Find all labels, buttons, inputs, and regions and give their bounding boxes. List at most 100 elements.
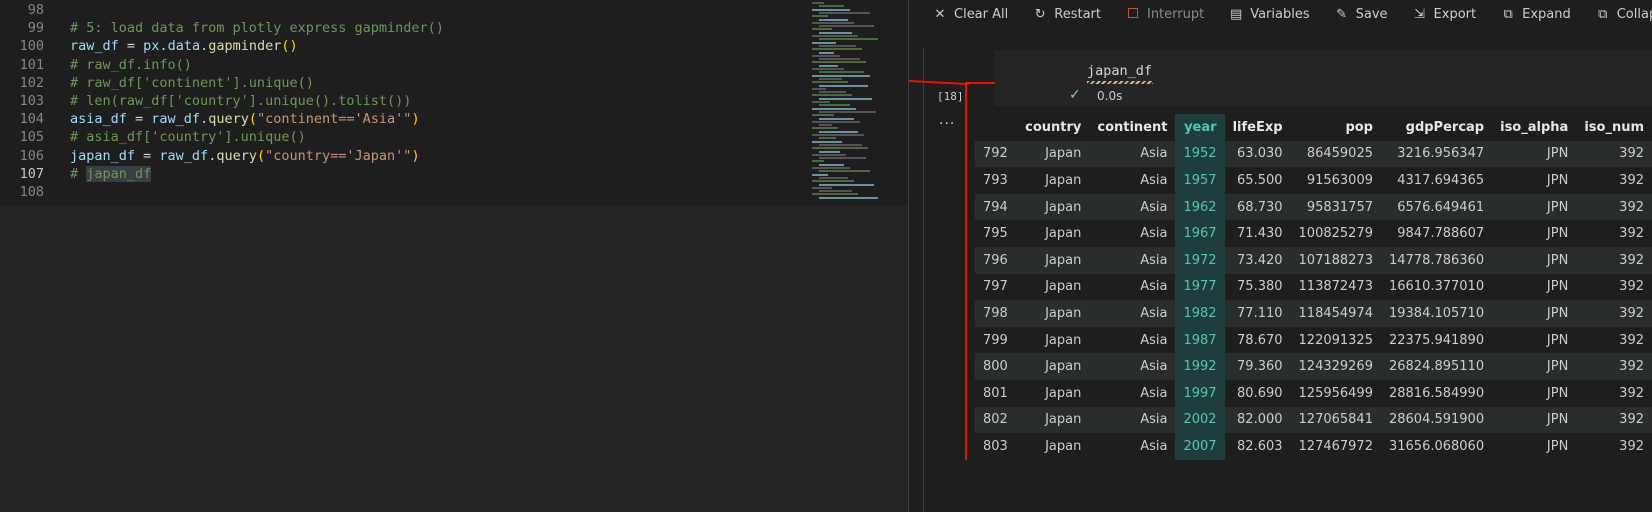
execution-time: 0.0s	[1097, 89, 1123, 103]
interrupt-button[interactable]: Interrupt	[1125, 0, 1204, 28]
variables-button[interactable]: ▤ Variables	[1228, 0, 1310, 28]
code-token: "continent=='Asia'"	[257, 111, 412, 128]
table-row: 799 Japan Asia 1987 78.670 122091325 22375.941…	[975, 326, 1652, 354]
table-cell: Asia	[1089, 220, 1176, 247]
code-line[interactable]: 104 asia_df = raw_df.query("continent=='A…	[0, 110, 810, 129]
code-token: (	[256, 147, 266, 164]
cell-input[interactable]: japan_df ✓ 0.0s	[995, 50, 1652, 106]
stop-icon	[1125, 7, 1141, 22]
table-row: 798 Japan Asia 1982 77.110 118454974 19384.105…	[975, 300, 1652, 327]
row-index: 800	[975, 353, 1017, 380]
table-cell: 1962	[1175, 193, 1225, 221]
table-cell: JPN	[1492, 406, 1577, 434]
code-text[interactable]: # 5: load data from plotly express gapmi…	[70, 19, 444, 38]
code-token: .	[200, 38, 209, 55]
table-cell: 63.030	[1224, 140, 1291, 168]
code-line[interactable]: 107 # japan_df	[0, 165, 810, 184]
table-cell: Japan	[1016, 326, 1090, 354]
export-button[interactable]: ⇲ Export	[1412, 0, 1476, 28]
code-line[interactable]: 101 # raw_df.info()	[0, 56, 810, 75]
table-cell: 113872473	[1290, 273, 1381, 301]
table-cell: Japan	[1016, 167, 1090, 194]
save-button[interactable]: ✎ Save	[1334, 0, 1388, 28]
cell-code[interactable]: japan_df	[1087, 63, 1152, 79]
code-text[interactable]: asia_df = raw_df.query("continent=='Asia…	[70, 110, 420, 129]
table-cell: 125956499	[1290, 379, 1381, 407]
table-cell: 28604.591900	[1380, 406, 1493, 434]
code-line[interactable]: 106 japan_df = raw_df.query("country=='Ja…	[0, 147, 810, 166]
table-cell: 82.603	[1224, 433, 1291, 460]
code-line[interactable]: 105 # asia_df['country'].unique()	[0, 128, 810, 147]
code-token: # len(raw_df['country'].unique().tolist(…	[70, 93, 412, 109]
collapse-button[interactable]: ⧉ Collapse	[1595, 0, 1652, 28]
minimap-line	[812, 2, 824, 4]
table-cell: Asia	[1089, 273, 1176, 301]
code-text[interactable]: raw_df = px.data.gapminder()	[70, 37, 298, 56]
minimap-line	[819, 91, 846, 94]
code-line[interactable]: 99 # 5: load data from plotly express gap…	[0, 19, 810, 38]
code-text[interactable]: # japan_df	[70, 165, 152, 184]
save-label: Save	[1355, 6, 1388, 22]
code-text[interactable]: # raw_df['continent'].unique()	[70, 74, 314, 93]
minimap-line	[819, 183, 874, 186]
table-row: 795 Japan Asia 1967 71.430 100825279 9847.7886…	[975, 220, 1652, 247]
column-header: pop	[1290, 114, 1381, 141]
restart-button[interactable]: ↻ Restart	[1032, 0, 1101, 28]
minimap-line	[812, 147, 868, 150]
table-cell: 28816.584990	[1380, 379, 1493, 407]
code-text[interactable]: # raw_df.info()	[70, 56, 192, 75]
code-token: # raw_df.info()	[70, 56, 192, 73]
table-cell: 80.690	[1224, 379, 1291, 407]
table-cell: 78.670	[1224, 326, 1291, 354]
minimap-line	[819, 196, 878, 199]
minimap-line	[812, 140, 842, 143]
table-cell: 31656.068060	[1380, 433, 1493, 460]
table-cell: 4317.694365	[1380, 167, 1493, 194]
minimap[interactable]	[810, 0, 884, 206]
code-line[interactable]: 102 # raw_df['continent'].unique()	[0, 74, 810, 93]
table-cell: 1987	[1175, 326, 1225, 354]
table-cell: 122091325	[1290, 326, 1381, 354]
code-text[interactable]: japan_df = raw_df.query("country=='Japan…	[70, 147, 420, 166]
table-cell: 65.500	[1224, 167, 1291, 194]
table-cell: 2002	[1175, 406, 1225, 434]
minimap-line	[819, 38, 878, 41]
code-token: # asia_df['country'].unique()	[70, 129, 306, 146]
table-cell: 73.420	[1224, 246, 1291, 274]
minimap-line	[812, 8, 850, 11]
table-cell: 1972	[1175, 246, 1225, 274]
table-row: 800 Japan Asia 1992 79.360 124329269 26824.895…	[975, 353, 1652, 380]
code-line[interactable]: 100 raw_df = px.data.gapminder()	[0, 37, 810, 56]
line-number: 99	[27, 20, 44, 37]
code-line[interactable]: 108	[0, 183, 810, 202]
editor-scrollbar[interactable]	[884, 0, 898, 206]
code-area[interactable]: 98 99 # 5: load data from plotly express g…	[0, 0, 908, 206]
code-line[interactable]: 103 # len(raw_df['country'].unique().toli…	[0, 92, 810, 111]
code-text[interactable]: # asia_df['country'].unique()	[70, 128, 306, 147]
table-cell: Japan	[1016, 193, 1090, 221]
code-line[interactable]: 98	[0, 1, 810, 20]
expand-button[interactable]: ⧉ Expand	[1500, 0, 1570, 28]
minimap-line	[812, 153, 846, 156]
clear-all-button[interactable]: ✕ Clear All	[932, 0, 1009, 28]
line-number: 107	[19, 165, 44, 182]
minimap-line	[819, 124, 832, 127]
table-cell: Asia	[1089, 433, 1176, 460]
minimap-line	[812, 120, 860, 123]
table-cell: Asia	[1089, 300, 1176, 327]
more-icon[interactable]: ...	[939, 112, 955, 128]
line-number: 104	[19, 111, 44, 128]
minimap-line	[812, 54, 840, 57]
table-row: 803 Japan Asia 2007 82.603 127467972 31656.068…	[975, 433, 1652, 460]
code-editor[interactable]: 98 99 # 5: load data from plotly express g…	[0, 0, 908, 512]
minimap-line	[819, 5, 844, 8]
row-index: 792	[975, 140, 1017, 168]
annotation-line	[965, 82, 967, 460]
table-cell: 9847.788607	[1380, 220, 1493, 247]
row-index: 794	[975, 193, 1017, 221]
code-text[interactable]: # len(raw_df['country'].unique().tolist(…	[70, 92, 411, 111]
minimap-line	[812, 28, 832, 31]
table-cell: JPN	[1492, 140, 1577, 168]
line-number: 98	[27, 2, 44, 18]
table-cell: 392	[1576, 167, 1652, 194]
